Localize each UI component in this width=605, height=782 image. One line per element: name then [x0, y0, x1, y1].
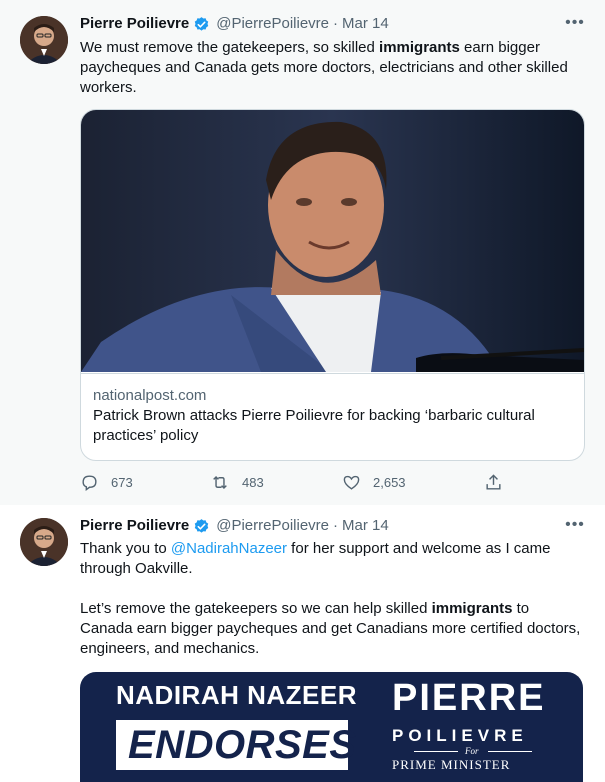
endorses-box: ENDORSES [116, 720, 356, 770]
tweet-text-segment: Thank you to [80, 540, 171, 557]
reply-icon [82, 474, 97, 491]
verified-badge-icon [193, 518, 210, 535]
tweet-date[interactable]: Mar 14 [342, 14, 389, 34]
candidate-last-name: POILIEVRE [392, 726, 528, 745]
tweet-text-segment: We must remove the gatekeepers, so skill… [80, 39, 380, 56]
separator-dot: · [333, 15, 338, 32]
reply-button[interactable]: 673 [80, 470, 133, 494]
tweet-date[interactable]: Mar 14 [342, 516, 389, 536]
tweet[interactable]: Pierre Poilievre @PierrePoilievre · Mar … [0, 0, 605, 505]
avatar-image [20, 16, 68, 64]
link-card-image [81, 110, 584, 372]
tweet-text-segment: Let’s remove the gatekeepers so we can h… [80, 600, 432, 617]
separator-dot: · [333, 517, 338, 534]
avatar[interactable] [20, 518, 68, 566]
tweet-text-bold: immigrants [431, 600, 513, 617]
like-icon [343, 475, 360, 490]
like-count: 2,653 [373, 474, 406, 490]
avatar-image [20, 518, 68, 566]
verified-badge-icon [193, 16, 210, 33]
more-options-icon[interactable]: ••• [565, 15, 585, 36]
like-button[interactable]: 2,653 [342, 470, 406, 494]
author-name[interactable]: Pierre Poilievre [80, 14, 189, 34]
candidate-first-name: PIERRE [392, 677, 546, 719]
tweet-text-paragraph: Let’s remove the gatekeepers so we can h… [80, 599, 585, 659]
endorses-text: ENDORSES [128, 723, 357, 767]
author-handle[interactable]: @PierrePoilievre [216, 516, 329, 536]
endorser-name: NADIRAH NAZEER [116, 680, 357, 710]
tweet-text-bold: immigrants [379, 39, 460, 56]
link-card-body: nationalpost.com Patrick Brown attacks P… [81, 373, 584, 460]
tweet-text: We must remove the gatekeepers, so skill… [80, 38, 585, 98]
share-icon [486, 473, 501, 490]
retweet-button[interactable]: 483 [210, 470, 264, 494]
tweet-text: Thank you to @NadirahNazeer for her supp… [80, 539, 585, 579]
prime-minister-text: PRIME MINISTER [392, 757, 511, 772]
share-button[interactable] [484, 470, 515, 494]
link-card-title: Patrick Brown attacks Pierre Poilievre f… [93, 407, 535, 444]
tweet-header: Pierre Poilievre @PierrePoilievre · Mar … [80, 14, 389, 34]
tweet-actions: 673 483 2,653 [80, 470, 510, 494]
link-card[interactable]: nationalpost.com Patrick Brown attacks P… [80, 109, 585, 461]
tweet-header: Pierre Poilievre @PierrePoilievre · Mar … [80, 516, 389, 536]
for-text: For [465, 746, 479, 756]
endorsement-image[interactable]: NADIRAH NAZEER ENDORSES PIERRE POILIEVRE… [80, 672, 583, 782]
retweet-icon [213, 475, 227, 489]
divider-line [488, 751, 532, 752]
author-name[interactable]: Pierre Poilievre [80, 516, 189, 536]
reply-count: 673 [111, 474, 133, 490]
author-handle[interactable]: @PierrePoilievre [216, 14, 329, 34]
divider-line [414, 751, 458, 752]
more-options-icon[interactable]: ••• [565, 517, 585, 538]
link-card-domain: nationalpost.com [93, 387, 207, 404]
mention-link[interactable]: @NadirahNazeer [171, 540, 287, 557]
avatar[interactable] [20, 16, 68, 64]
retweet-count: 483 [242, 474, 264, 490]
